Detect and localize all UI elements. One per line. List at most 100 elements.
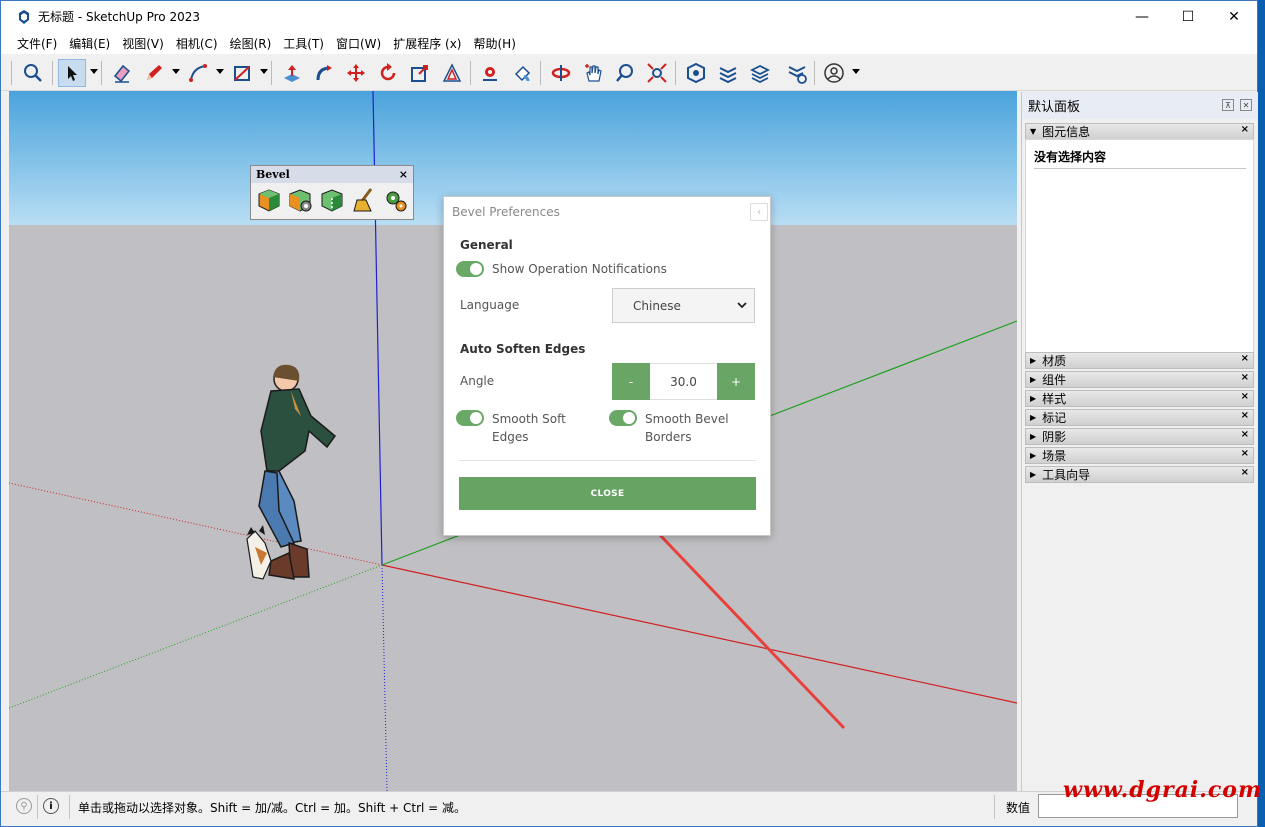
menu-help[interactable]: 帮助(H) <box>467 35 521 52</box>
bevel-settings-icon[interactable] <box>287 186 315 214</box>
panel-close-icon[interactable]: × <box>1241 429 1249 440</box>
menu-camera[interactable]: 相机(C) <box>170 35 224 52</box>
panel-entity-info[interactable]: ▼ 图元信息 × <box>1025 123 1254 140</box>
rectangle-dropdown-icon[interactable] <box>260 69 268 74</box>
bevel-preferences-dialog: Bevel Preferences ‹ General Show Operati… <box>443 196 771 536</box>
rectangle-icon[interactable] <box>228 59 256 87</box>
select-icon[interactable] <box>58 59 86 87</box>
extension-manager-icon[interactable] <box>783 59 811 87</box>
panel-instructor[interactable]: ▶ 工具向导 × <box>1025 466 1254 483</box>
zoom-extents-icon[interactable] <box>643 59 671 87</box>
annotation-arrow <box>629 503 846 730</box>
panel-close-icon[interactable]: × <box>1241 391 1249 402</box>
dialog-header[interactable]: Bevel Preferences ‹ <box>444 197 770 227</box>
collapsed-arrow-icon: ▶ <box>1030 470 1037 479</box>
panel-close-icon[interactable]: × <box>1241 467 1249 478</box>
panel-shadows[interactable]: ▶ 阴影 × <box>1025 428 1254 445</box>
menu-window[interactable]: 窗口(W) <box>330 35 387 52</box>
notifications-row: Show Operation Notifications <box>456 261 667 277</box>
bevel-icon[interactable] <box>255 186 283 214</box>
panel-tags[interactable]: ▶ 标记 × <box>1025 409 1254 426</box>
red-axis <box>381 564 1017 704</box>
account-dropdown-icon[interactable] <box>852 69 860 74</box>
menu-extensions[interactable]: 扩展程序 (x) <box>387 35 467 52</box>
status-separator <box>37 795 38 819</box>
toolbar-separator <box>540 61 541 85</box>
warehouse-icon[interactable] <box>682 59 710 87</box>
preferences-gear-icon[interactable] <box>381 186 409 214</box>
panel-components[interactable]: ▶ 组件 × <box>1025 371 1254 388</box>
pan-icon[interactable] <box>579 59 607 87</box>
close-window-button[interactable]: ✕ <box>1211 1 1257 32</box>
select-dropdown-icon[interactable] <box>90 69 98 74</box>
bevel-cleanup-icon[interactable] <box>350 186 378 214</box>
geolocation-icon[interactable]: ⚲ <box>16 798 32 814</box>
close-button[interactable]: CLOSE <box>459 477 756 510</box>
maximize-button[interactable]: ☐ <box>1165 1 1211 32</box>
tray-close-icon[interactable]: ✕ <box>1240 99 1252 111</box>
default-tray: 默认面板 ⊼ ✕ ▼ 图元信息 × 没有选择内容 ▶ 材质 × ▶ 组件 × ▶ <box>1021 92 1258 791</box>
scale-icon[interactable] <box>406 59 434 87</box>
bevel-toolbar-header[interactable]: Bevel × <box>251 166 413 183</box>
rotate-icon[interactable] <box>374 59 402 87</box>
layout-icon[interactable] <box>746 59 774 87</box>
info-icon[interactable]: i <box>43 798 59 814</box>
account-icon[interactable] <box>820 59 848 87</box>
menu-draw[interactable]: 绘图(R) <box>224 35 278 52</box>
toolbar-separator <box>675 61 676 85</box>
angle-decrement-button[interactable]: - <box>612 363 650 400</box>
eraser-icon[interactable] <box>108 59 136 87</box>
language-select[interactable]: Chinese <box>612 288 755 323</box>
toolbar-separator <box>814 61 815 85</box>
angle-value-input[interactable]: 30.0 <box>650 363 717 400</box>
zoom-icon[interactable] <box>611 59 639 87</box>
angle-increment-button[interactable]: + <box>717 363 755 400</box>
extension-warehouse-icon[interactable] <box>714 59 742 87</box>
bevel-soften-icon[interactable] <box>318 186 346 214</box>
pin-icon[interactable]: ⊼ <box>1222 99 1234 111</box>
menu-view[interactable]: 视图(V) <box>116 35 170 52</box>
orbit-icon[interactable] <box>547 59 575 87</box>
push-pull-icon[interactable] <box>278 59 306 87</box>
panel-close-icon[interactable]: × <box>1241 124 1249 135</box>
offset-icon[interactable] <box>438 59 466 87</box>
collapsed-arrow-icon: ▶ <box>1030 413 1037 422</box>
tape-measure-icon[interactable] <box>476 59 504 87</box>
toolbar-separator <box>470 61 471 85</box>
smooth-soft-edges-toggle[interactable] <box>456 410 484 426</box>
toolbar-separator <box>101 61 102 85</box>
smooth-bevel-borders-label: Smooth Bevel Borders <box>645 412 729 444</box>
panel-close-icon[interactable]: × <box>1241 448 1249 459</box>
pencil-icon[interactable] <box>140 59 168 87</box>
menu-tools[interactable]: 工具(T) <box>277 35 330 52</box>
arc-icon[interactable] <box>184 59 212 87</box>
paint-bucket-icon[interactable] <box>508 59 536 87</box>
blue-axis <box>372 91 383 566</box>
move-icon[interactable] <box>342 59 370 87</box>
notifications-toggle[interactable] <box>456 261 484 277</box>
status-separator <box>69 795 70 819</box>
panel-close-icon[interactable]: × <box>1241 353 1249 364</box>
toolbar-separator <box>271 61 272 85</box>
toolbar-separator <box>52 61 53 85</box>
window-title: 无标题 - SketchUp Pro 2023 <box>38 10 200 24</box>
panel-materials[interactable]: ▶ 材质 × <box>1025 352 1254 369</box>
panel-scenes[interactable]: ▶ 场景 × <box>1025 447 1254 464</box>
bevel-toolbar-title: Bevel <box>256 168 290 181</box>
arc-dropdown-icon[interactable] <box>216 69 224 74</box>
panel-close-icon[interactable]: × <box>1241 372 1249 383</box>
panel-styles[interactable]: ▶ 样式 × <box>1025 390 1254 407</box>
watermark-text: www.dgrai.com <box>1063 777 1263 803</box>
follow-me-icon[interactable] <box>310 59 338 87</box>
status-separator <box>994 795 995 819</box>
pencil-dropdown-icon[interactable] <box>172 69 180 74</box>
menu-edit[interactable]: 编辑(E) <box>63 35 116 52</box>
smooth-bevel-borders-toggle[interactable] <box>609 410 637 426</box>
panel-close-icon[interactable]: × <box>1241 410 1249 421</box>
menu-file[interactable]: 文件(F) <box>11 35 63 52</box>
tray-title: 默认面板 <box>1028 100 1081 115</box>
minimize-button[interactable]: — <box>1119 1 1165 32</box>
bevel-toolbar-close-button[interactable]: × <box>399 168 408 181</box>
search-icon[interactable] <box>19 59 47 87</box>
dialog-close-icon[interactable]: ‹ <box>750 203 768 221</box>
